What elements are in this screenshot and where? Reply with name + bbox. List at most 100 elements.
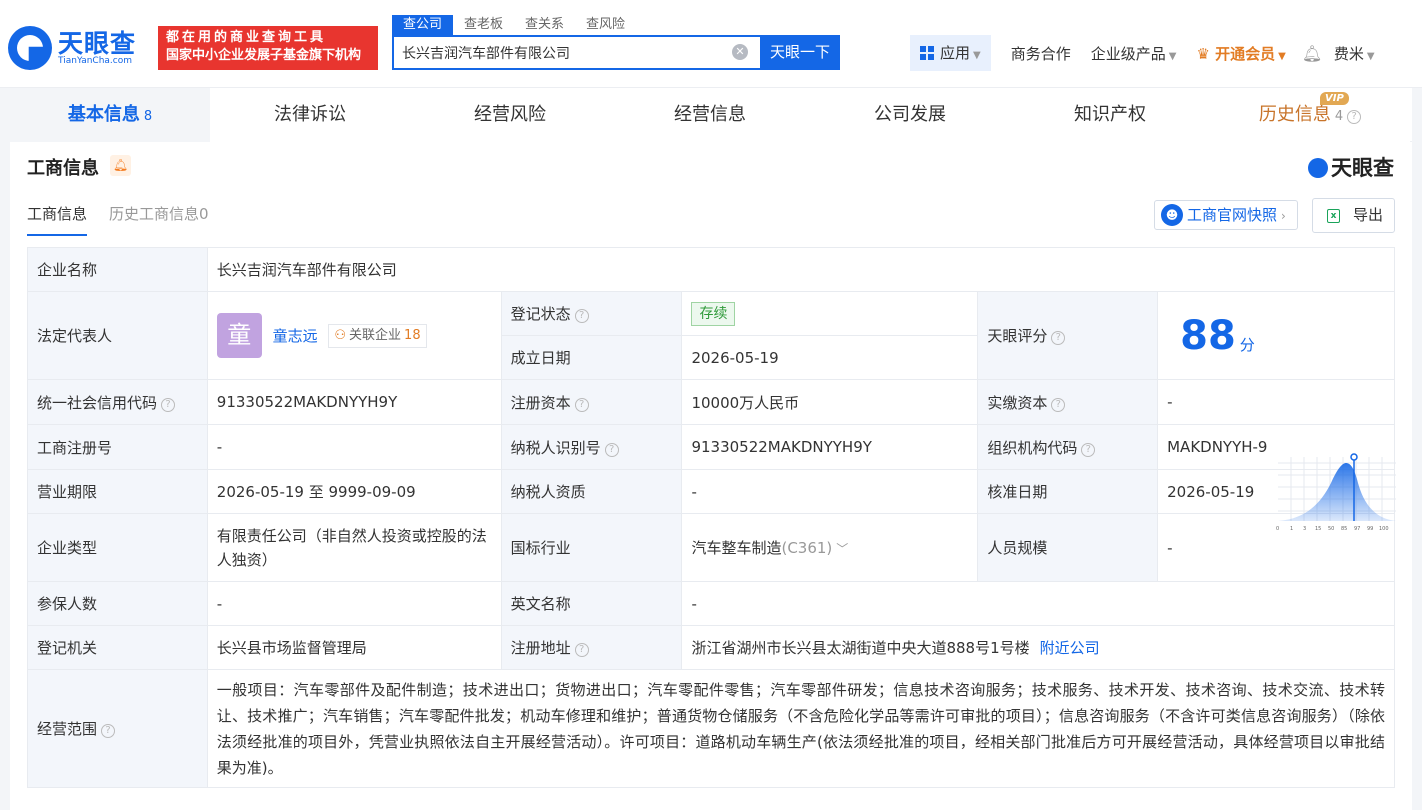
tab-operation[interactable]: 经营信息	[610, 88, 810, 142]
axis-tick: 85	[1341, 526, 1347, 532]
help-icon[interactable]: ?	[574, 643, 589, 657]
help-icon[interactable]: ?	[1051, 331, 1066, 345]
brand-watermark: 天眼查	[1308, 152, 1394, 182]
related-companies-tag[interactable]: ⚇ 关联企业 18	[328, 323, 427, 348]
tab-label: 基本信息	[67, 104, 140, 125]
score-cell[interactable]: 88 分 0 1 3 15 50 85 97 99 100	[1157, 291, 1396, 532]
help-icon[interactable]: ?	[604, 442, 619, 457]
alert-bell-icon[interactable]: 🔔︎	[110, 155, 131, 176]
search-tab-company[interactable]: 查公司	[392, 15, 454, 35]
clear-icon[interactable]: ✕	[732, 44, 748, 60]
tab-history[interactable]: VIP 历史信息 4?	[1210, 88, 1410, 142]
logo-text: 天眼查	[58, 29, 137, 58]
label-text: 统一社会信用代码	[37, 393, 158, 412]
tab-risk[interactable]: 经营风险	[410, 88, 610, 142]
subtab-history-business-info[interactable]: 历史工商信息0	[109, 203, 209, 236]
help-icon[interactable]: ?	[574, 309, 589, 323]
main-tabs: 基本信息 8 法律诉讼 经营风险 经营信息 公司发展 知识产权 VIP 历史信息 4…	[10, 88, 1412, 142]
chevron-down-icon: ▼	[973, 50, 981, 61]
tab-ip[interactable]: 知识产权	[1010, 88, 1210, 142]
label-text: 注册地址	[510, 639, 571, 657]
app-menu-label: 应用	[940, 44, 971, 62]
tab-label: 公司发展	[874, 104, 946, 125]
score-marker-dot	[1349, 452, 1358, 461]
type-value: 有限责任公司（非自然人投资或控股的法人独资）	[206, 513, 502, 582]
score-label: 天眼评分?	[977, 291, 1159, 380]
label-text: 经营范围	[37, 720, 98, 738]
search-button[interactable]: 天眼一下	[760, 35, 840, 70]
score-unit: 分	[1239, 336, 1255, 354]
notification-bell-icon[interactable]: 🔔︎	[1302, 44, 1322, 63]
credit-code-value: 91330522MAKDNYYH9Y	[206, 379, 502, 425]
tab-label: 经营信息	[674, 104, 746, 125]
nav-biz-cooperation[interactable]: 商务合作	[1011, 43, 1071, 64]
help-icon[interactable]: ?	[1347, 110, 1362, 124]
app-menu-button[interactable]: 应用 ▼	[910, 35, 991, 71]
industry-cell[interactable]: 汽车整车制造(C361) ﹀	[681, 513, 979, 582]
table-row: 统一社会信用代码? 91330522MAKDNYYH9Y 注册资本? 10000…	[27, 379, 1395, 425]
nav-open-vip[interactable]: ♛ 开通会员 ▼	[1196, 43, 1285, 64]
label-text: 组织机构代码	[987, 438, 1078, 457]
main-panel: 基本信息 8 法律诉讼 经营风险 经营信息 公司发展 知识产权 VIP 历史信息 4…	[10, 88, 1412, 810]
help-icon[interactable]: ?	[101, 724, 116, 738]
label-text: 实缴资本	[987, 393, 1048, 412]
logo-icon	[1308, 158, 1328, 178]
tab-development[interactable]: 公司发展	[810, 88, 1010, 142]
search-tab-boss[interactable]: 查老板	[453, 15, 514, 35]
search-type-tabs: 查公司 查老板 查关系 查风险	[392, 15, 636, 35]
help-icon[interactable]: ?	[574, 397, 589, 412]
label-text: 注册资本	[510, 393, 571, 412]
nearby-companies-link[interactable]: 附近公司	[1040, 639, 1100, 657]
axis-tick: 15	[1315, 526, 1321, 532]
term-value: 2026-05-19 至 9999-09-09	[206, 469, 502, 514]
table-row: 企业类型 有限责任公司（非自然人投资或控股的法人独资） 国标行业 汽车整车制造(…	[27, 513, 1395, 582]
tab-legal[interactable]: 法律诉讼	[210, 88, 410, 142]
logo-icon	[8, 26, 52, 70]
help-icon[interactable]: ?	[1051, 397, 1066, 412]
authority-label: 登记机关	[27, 625, 208, 670]
grid-icon	[920, 46, 934, 60]
help-icon[interactable]: ?	[161, 397, 176, 412]
crown-icon: ♛	[1196, 44, 1216, 63]
staff-label: 人员规模	[977, 513, 1159, 582]
reg-capital-value: 10000万人民币	[681, 379, 979, 425]
status-badge: 存续	[691, 301, 736, 326]
nav-user-menu[interactable]: 费米 ▼	[1334, 43, 1375, 64]
tab-label: 法律诉讼	[274, 104, 346, 125]
official-snapshot-button[interactable]: ☻ 工商官网快照 ›	[1154, 200, 1298, 230]
found-date-label: 成立日期	[500, 335, 683, 380]
axis-tick: 0	[1276, 526, 1279, 532]
snapshot-label: 工商官网快照	[1187, 206, 1278, 224]
taxpayer-id-label: 纳税人识别号?	[500, 424, 683, 470]
sub-tabs: 工商信息 历史工商信息0	[27, 203, 231, 236]
logo[interactable]: 天眼查 TianYanCha.com	[8, 24, 148, 72]
taxpayer-qual-label: 纳税人资质	[500, 469, 683, 514]
tab-count: 4	[1334, 109, 1344, 124]
approve-date-label: 核准日期	[977, 469, 1159, 514]
subtab-business-info[interactable]: 工商信息	[27, 203, 88, 236]
business-info-table: 企业名称 长兴吉润汽车部件有限公司 法定代表人 童 童志远 ⚇ 关联企业 18 登记…	[27, 247, 1396, 788]
company-name-value: 长兴吉润汽车部件有限公司	[206, 247, 1396, 292]
chevron-down-icon: ▼	[1366, 50, 1375, 62]
export-button[interactable]: x 导出	[1312, 198, 1395, 233]
related-count: 18	[404, 327, 421, 343]
label-text: 登记状态	[510, 305, 571, 323]
avatar[interactable]: 童	[216, 313, 262, 358]
table-row: 法定代表人 童 童志远 ⚇ 关联企业 18 登记状态? 存续 天眼评分? 88 分	[27, 291, 1396, 532]
nav-enterprise-products[interactable]: 企业级产品 ▼	[1091, 43, 1177, 64]
chart-axis-labels: 0 1 3 15 50 85 97 99 100	[1276, 526, 1389, 532]
brand-text: 天眼查	[1331, 156, 1394, 180]
search-tab-relation[interactable]: 查关系	[514, 15, 575, 35]
legal-rep-link[interactable]: 童志远	[273, 327, 318, 345]
help-icon[interactable]: ?	[1081, 442, 1096, 457]
reg-status-label: 登记状态?	[500, 291, 683, 336]
authority-value: 长兴县市场监督管理局	[206, 625, 502, 670]
tab-basic-info[interactable]: 基本信息 8	[10, 88, 210, 142]
slogan-line-1: 都在用的商业查询工具	[166, 30, 327, 45]
section-title: 工商信息	[27, 158, 99, 179]
search-input[interactable]	[394, 37, 734, 68]
tab-label: 经营风险	[474, 104, 546, 125]
insured-value: -	[206, 581, 502, 626]
search-tab-risk[interactable]: 查风险	[575, 15, 636, 35]
en-name-value: -	[681, 581, 1395, 626]
